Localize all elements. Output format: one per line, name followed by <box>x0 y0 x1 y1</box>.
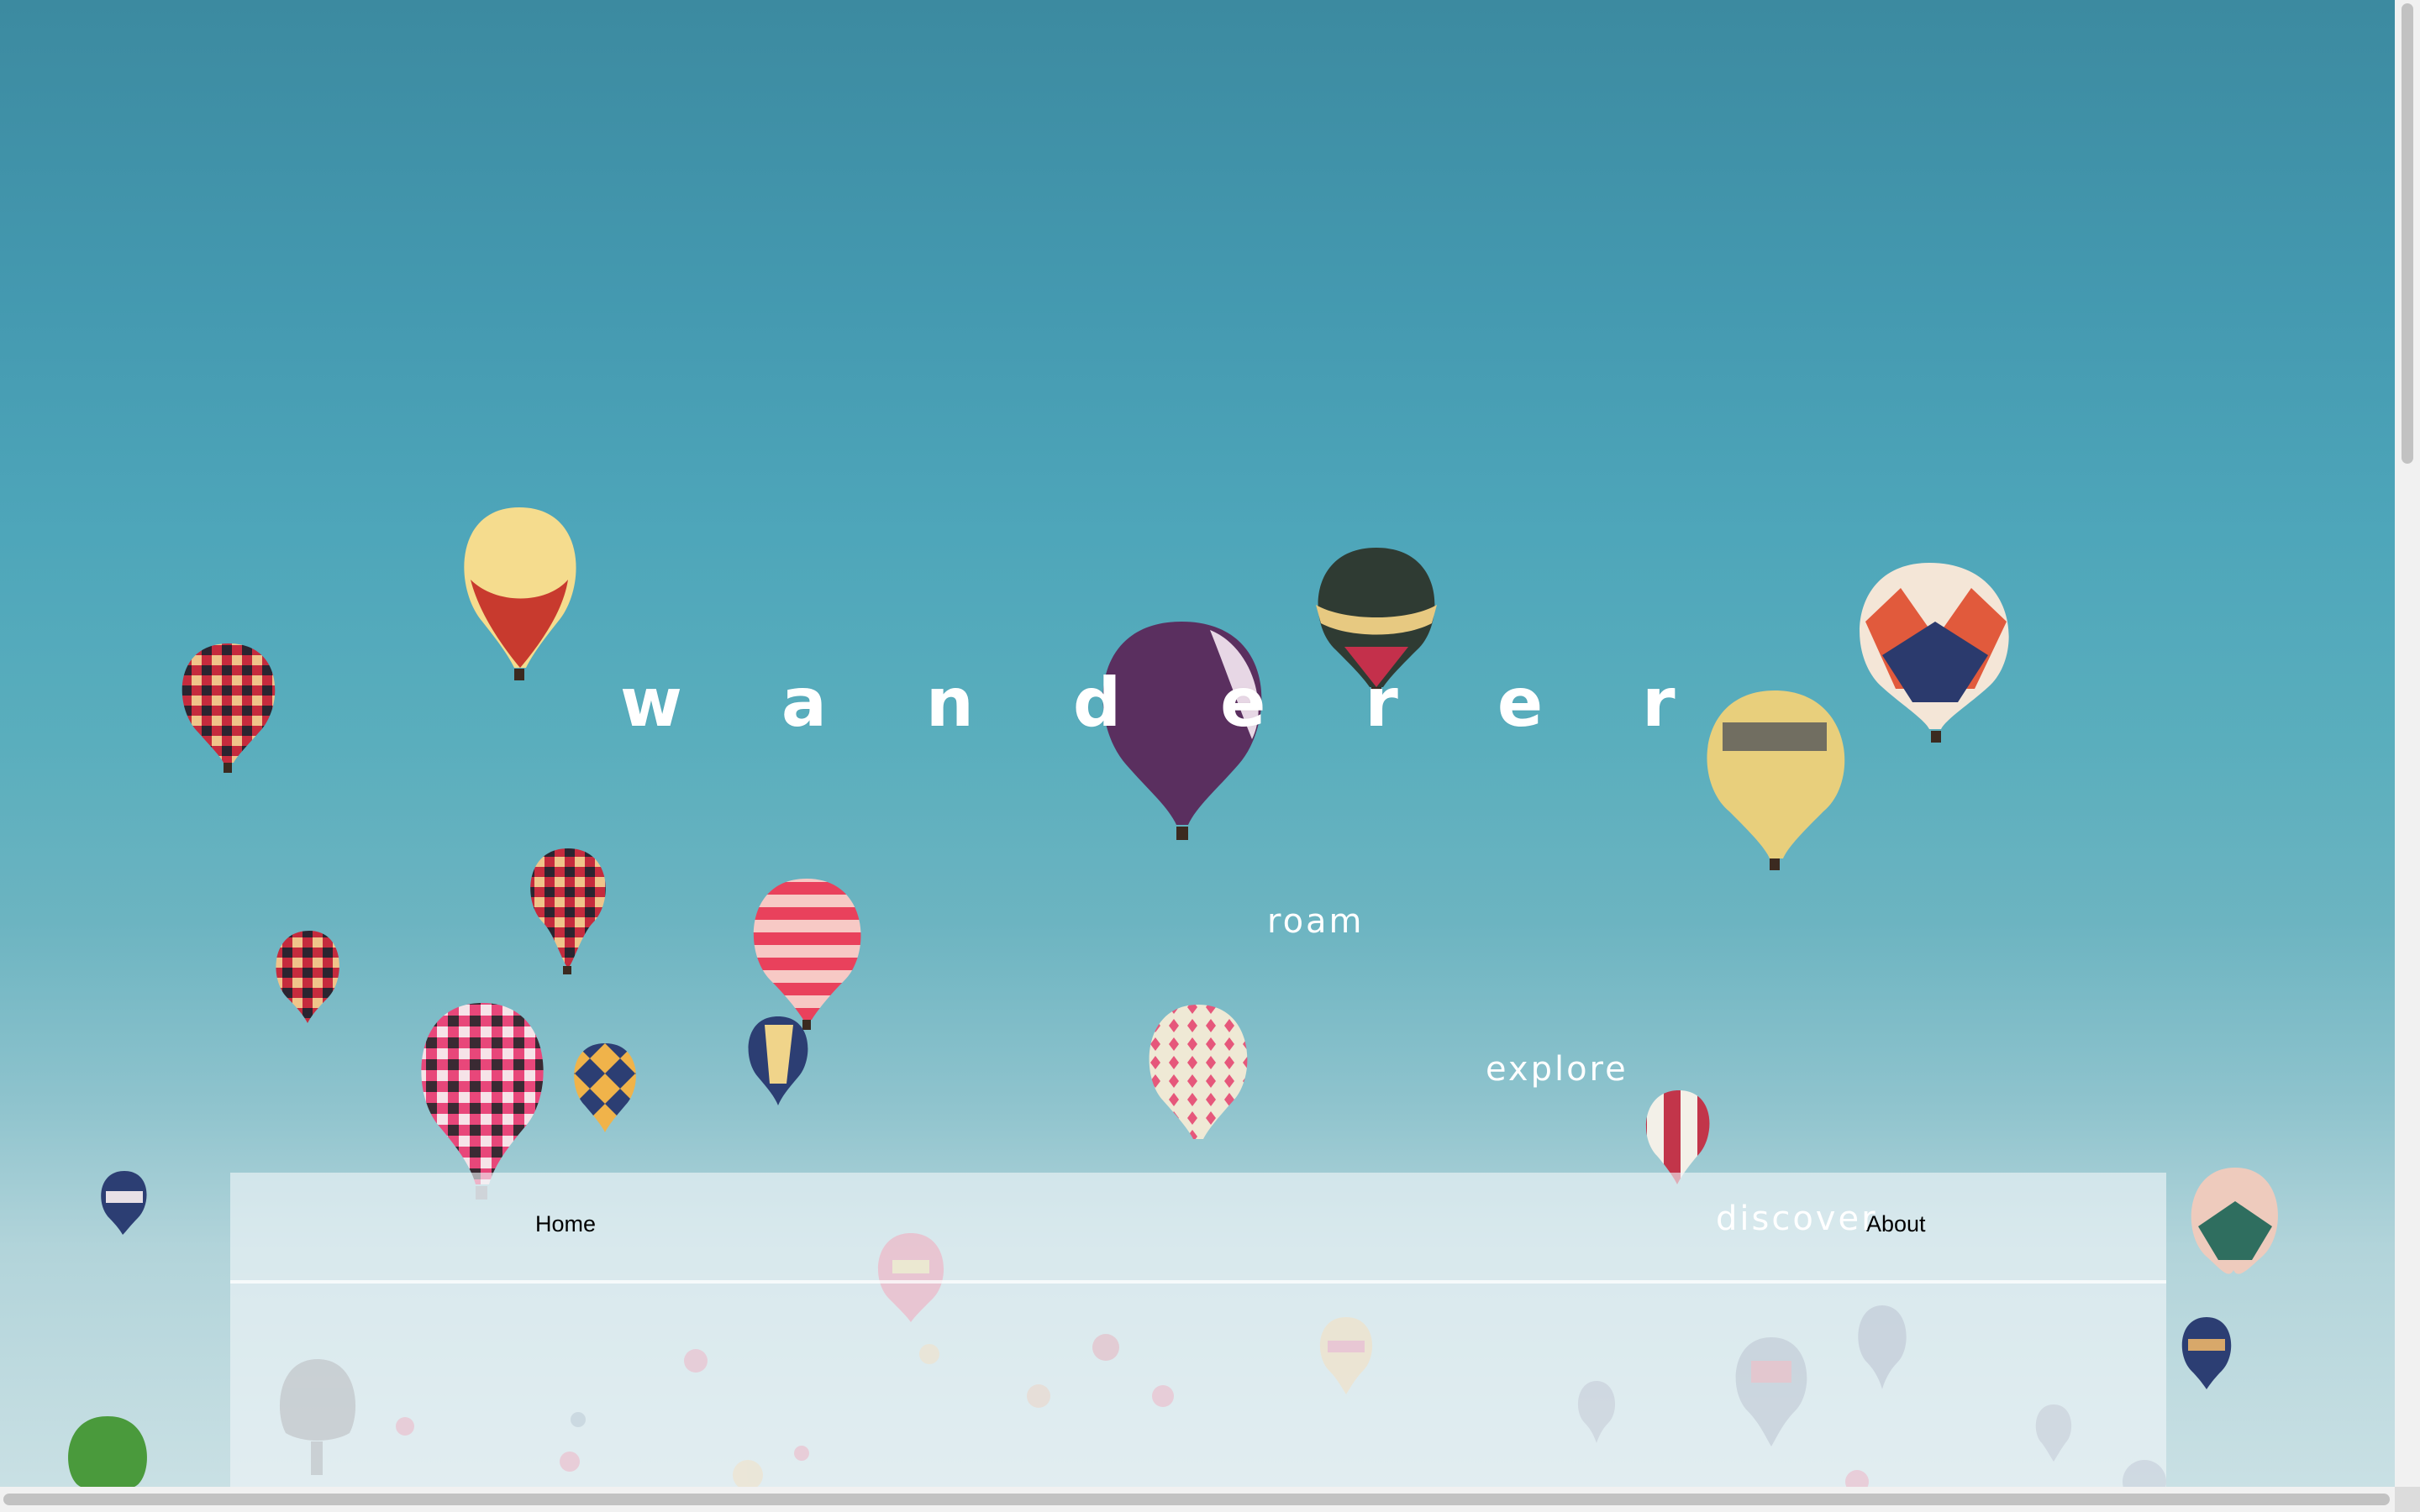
balloon <box>753 879 861 1030</box>
horizontal-scrollbar[interactable] <box>0 1487 2395 1512</box>
site-title: wanderer <box>620 664 1775 742</box>
balloon <box>464 507 576 680</box>
balloon <box>1645 1090 1710 1184</box>
tagline-roam: roam <box>1267 902 1365 941</box>
scrollbar-corner <box>2395 1487 2420 1512</box>
balloon <box>748 1016 808 1105</box>
balloon <box>276 931 339 1023</box>
vertical-scrollbar-thumb[interactable] <box>2402 3 2413 464</box>
page-viewport: wanderer roam explore Home About discove… <box>0 0 2395 1487</box>
horizontal-scrollbar-thumb[interactable] <box>3 1494 2390 1505</box>
balloon <box>68 1416 147 1487</box>
balloon <box>421 1003 544 1200</box>
balloon <box>574 1043 636 1132</box>
balloon <box>182 643 276 773</box>
vertical-scrollbar[interactable] <box>2395 0 2420 1487</box>
balloon <box>1860 563 2009 743</box>
nav-home-link[interactable]: Home <box>535 1211 596 1237</box>
tagline-discover: discover <box>1716 1200 1878 1238</box>
balloon <box>2191 1168 2278 1274</box>
balloon <box>530 848 606 974</box>
balloon <box>101 1171 147 1235</box>
tagline-explore: explore <box>1486 1050 1628 1089</box>
balloon <box>1149 1005 1248 1139</box>
balloon <box>2181 1317 2232 1389</box>
